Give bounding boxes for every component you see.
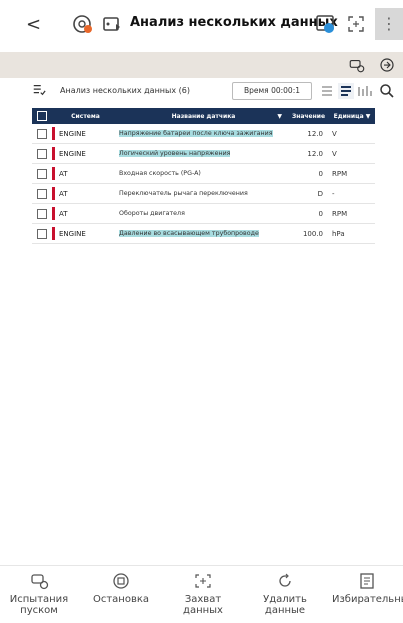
back-button[interactable]: < — [26, 14, 41, 35]
row-unit: - — [332, 189, 335, 198]
row-value: 12.0 — [307, 149, 323, 158]
row-name: Входная скорость (PG-A) — [119, 170, 201, 177]
search-icon[interactable] — [378, 82, 396, 100]
system-marker — [52, 167, 55, 180]
row-system: AT — [59, 209, 68, 218]
vehicle-connect-icon[interactable] — [100, 12, 124, 36]
row-value: 100.0 — [302, 229, 323, 238]
sort-down-icon: ▼ — [277, 112, 282, 120]
table-row[interactable]: AT Обороты двигателя 0 RPM — [32, 204, 375, 224]
top-bar: < Анализ нескольких данных ⋮ — [0, 0, 403, 48]
row-unit: RPM — [332, 169, 348, 178]
record-icon[interactable] — [378, 56, 396, 74]
row-unit: V — [332, 149, 337, 158]
row-name: Логический уровень напряжения — [119, 150, 231, 157]
column-unit: Единица — [333, 112, 364, 120]
system-marker — [52, 127, 55, 140]
table-row[interactable]: ENGINE Напряжение батареи после ключа за… — [32, 124, 375, 144]
engine-warning-icon[interactable] — [70, 12, 94, 36]
select-all-checkbox[interactable] — [37, 111, 47, 121]
row-unit: RPM — [332, 209, 348, 218]
document-filter-icon — [360, 573, 374, 589]
row-name: Обороты двигателя — [119, 210, 185, 217]
column-name-header[interactable]: Название датчика ▼ — [119, 113, 288, 120]
detail-view-icon[interactable] — [337, 82, 355, 100]
select-all-cell — [32, 111, 52, 121]
table-row[interactable]: ENGINE Давление во всасывающем трубопров… — [32, 224, 375, 244]
row-unit: hPa — [332, 229, 345, 238]
system-marker — [52, 207, 55, 220]
stop-button[interactable]: Остановка — [86, 572, 156, 605]
car-diagnostic-icon — [31, 574, 49, 590]
unit-dropdown-icon: ▼ — [365, 112, 371, 120]
row-checkbox[interactable] — [37, 168, 47, 179]
row-value: 12.0 — [307, 129, 323, 138]
capture-button[interactable]: Захват данных — [168, 572, 238, 616]
row-unit: V — [332, 129, 337, 138]
row-system: ENGINE — [59, 229, 86, 238]
more-menu-button[interactable]: ⋮ — [375, 8, 403, 40]
system-marker — [52, 227, 55, 240]
capture-label: Захват данных — [183, 594, 223, 616]
row-value: 0 — [318, 169, 323, 178]
page-title: Анализ нескольких данных — [130, 15, 338, 30]
capture-icon — [195, 574, 211, 588]
sensor-table: Система Название датчика ▼ Значение Един… — [32, 108, 375, 244]
selective-label: Избирательный — [332, 594, 403, 605]
start-test-label: Испытания пуском — [9, 594, 69, 616]
row-checkbox[interactable] — [37, 148, 47, 159]
row-system: AT — [59, 169, 68, 178]
selective-button[interactable]: Избирательный — [332, 572, 403, 605]
list-toolbar: Анализ нескольких данных (6) Время 00:00… — [0, 80, 403, 102]
select-list-icon[interactable] — [32, 83, 46, 97]
delete-data-label: Удалить данные — [263, 594, 307, 616]
system-marker — [52, 147, 55, 160]
column-value[interactable]: Значение — [288, 113, 329, 120]
row-checkbox[interactable] — [37, 208, 47, 219]
fullscreen-icon[interactable] — [344, 12, 368, 36]
row-value: D — [317, 189, 323, 198]
table-row[interactable]: AT Переключатель рычага переключения D - — [32, 184, 375, 204]
column-unit-header[interactable]: Единица ▼ — [329, 113, 375, 120]
row-name: Переключатель рычага переключения — [119, 190, 248, 197]
row-checkbox[interactable] — [37, 188, 47, 199]
delete-data-button[interactable]: Удалить данные — [250, 572, 320, 616]
timer-button[interactable]: Время 00:00:1 — [232, 82, 312, 100]
table-row[interactable]: AT Входная скорость (PG-A) 0 RPM — [32, 164, 375, 184]
column-name: Название датчика — [171, 112, 236, 120]
system-marker — [52, 187, 55, 200]
row-value: 0 — [318, 209, 323, 218]
table-row[interactable]: ENGINE Логический уровень напряжения 12.… — [32, 144, 375, 164]
row-system: AT — [59, 189, 68, 198]
row-checkbox[interactable] — [37, 228, 47, 239]
car-settings-icon[interactable] — [348, 56, 366, 74]
row-system: ENGINE — [59, 129, 86, 138]
sub-toolbar — [0, 52, 403, 78]
graph-view-icon[interactable] — [356, 82, 374, 100]
row-checkbox[interactable] — [37, 128, 47, 139]
refresh-icon — [279, 573, 291, 587]
row-name: Давление во всасывающем трубопроводе — [119, 230, 259, 237]
start-test-button[interactable]: Испытания пуском — [4, 572, 74, 616]
column-system[interactable]: Система — [52, 113, 119, 120]
bottom-nav: Испытания пуском Остановка Захват данных… — [0, 565, 403, 623]
row-name: Напряжение батареи после ключа зажигания — [119, 130, 273, 137]
report-icon[interactable] — [314, 12, 338, 36]
section-label: Анализ нескольких данных (6) — [60, 86, 190, 95]
stop-circle-icon — [113, 573, 129, 589]
stop-label: Остановка — [92, 594, 150, 605]
table-header: Система Название датчика ▼ Значение Един… — [32, 108, 375, 124]
list-view-icon[interactable] — [318, 82, 336, 100]
row-system: ENGINE — [59, 149, 86, 158]
